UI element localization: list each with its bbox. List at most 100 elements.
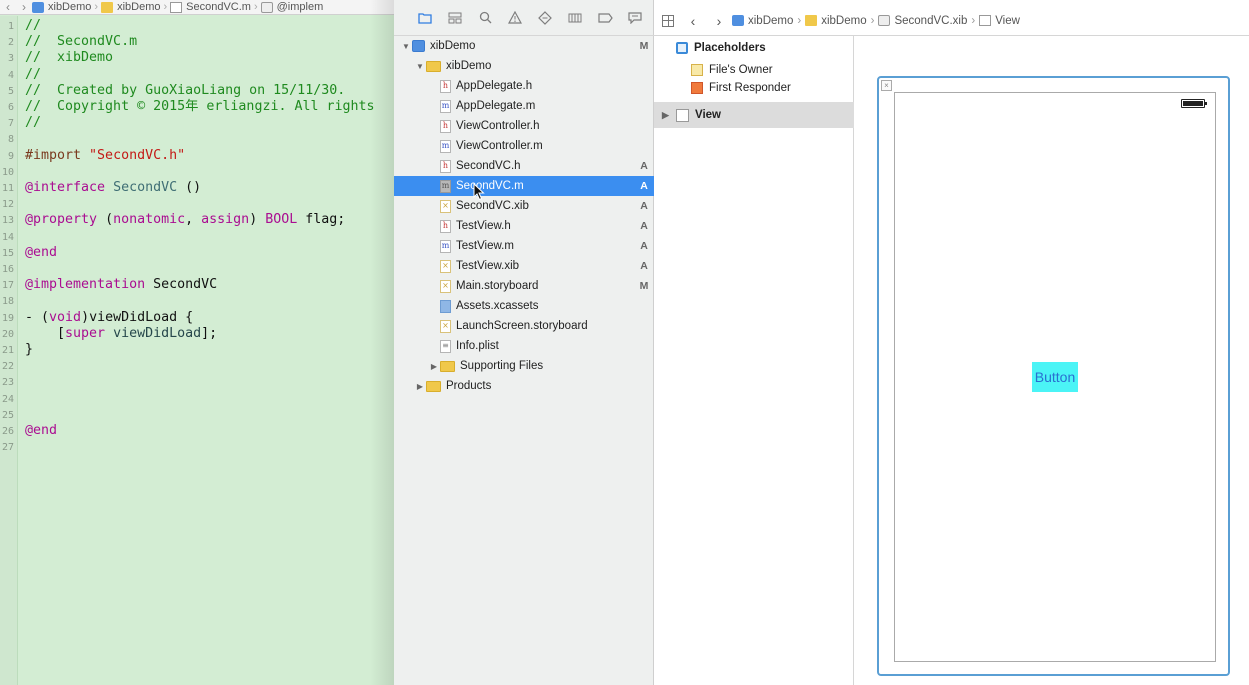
navigator-item[interactable]: m SecondVC.m A <box>394 176 654 196</box>
code-line[interactable]: // Created by GuoXiaoLiang on 15/11/30. <box>25 83 345 99</box>
code-line[interactable]: @property (nonatomic, assign) BOOL flag; <box>25 212 345 228</box>
code-line[interactable]: @end <box>25 245 57 261</box>
disclosure-triangle-icon[interactable]: ▶ <box>428 362 440 371</box>
code-line[interactable]: @end <box>25 423 57 439</box>
code-line[interactable]: // <box>25 115 41 131</box>
navigator-item[interactable]: × TestView.xib A <box>394 256 654 276</box>
placeholder-cube-icon <box>676 42 688 54</box>
back-arrow-icon[interactable]: ‹ <box>0 0 16 14</box>
navigator-item[interactable]: × LaunchScreen.storyboard <box>394 316 654 336</box>
navigator-item[interactable]: m ViewController.m <box>394 136 654 156</box>
line-number: 8 <box>7 134 14 146</box>
code-line[interactable]: // <box>25 67 41 83</box>
code-token: ]; <box>201 325 218 341</box>
code-line[interactable]: @interface SecondVC () <box>25 180 201 196</box>
navigator-item[interactable]: h TestView.h A <box>394 216 654 236</box>
battery-icon <box>1181 99 1207 108</box>
view-frame[interactable]: Button <box>894 92 1216 662</box>
hierarchy-icon[interactable] <box>440 8 470 28</box>
file-icon <box>170 1 183 13</box>
source-code[interactable]: //// SecondVC.m// xibDemo//// Created by… <box>25 16 394 685</box>
ib-jump-file[interactable]: SecondVC.xib <box>878 15 967 27</box>
folder-icon <box>426 60 441 72</box>
jump-bar-label: @implem <box>276 1 324 13</box>
line-number: 12 <box>1 199 14 211</box>
navigator-item[interactable]: × Main.storyboard M <box>394 276 654 296</box>
navigator-toolbar <box>394 0 654 36</box>
disclosure-triangle-icon[interactable]: ▼ <box>400 42 412 51</box>
jump-bar-label: xibDemo <box>821 14 867 27</box>
navigator-item[interactable]: ▶ Supporting Files <box>394 356 654 376</box>
code-line[interactable]: #import "SecondVC.h" <box>25 148 185 164</box>
navigator-item[interactable]: ▶ Products <box>394 376 654 396</box>
view-scene[interactable]: × Button <box>877 76 1230 676</box>
code-line[interactable]: // <box>25 18 41 34</box>
code-token: // xibDemo <box>25 50 114 66</box>
navigator-item[interactable]: Assets.xcassets <box>394 296 654 316</box>
disclosure-triangle-icon[interactable]: ▼ <box>414 62 426 71</box>
navigator-item[interactable]: m AppDelegate.m <box>394 96 654 116</box>
forward-arrow-icon[interactable]: › <box>16 0 32 14</box>
navigator-item[interactable]: h AppDelegate.h <box>394 76 654 96</box>
mouse-cursor-icon <box>473 183 485 201</box>
jump-bar-group[interactable]: xibDemo <box>101 1 160 13</box>
navigator-item[interactable]: × SecondVC.xib A <box>394 196 654 216</box>
folder-icon <box>805 15 818 26</box>
back-arrow-icon[interactable]: ‹ <box>680 13 706 29</box>
jump-bar-file[interactable]: SecondVC.m <box>170 1 251 13</box>
code-token: )viewDidLoad { <box>81 309 194 325</box>
folder-icon[interactable] <box>410 8 440 28</box>
line-number: 25 <box>1 409 14 421</box>
report-icon[interactable] <box>620 8 650 28</box>
scm-status-badge: A <box>640 220 648 232</box>
jump-bar-symbol[interactable]: @implem <box>260 1 324 13</box>
code-line[interactable]: // Copyright © 2015年 erliangzi. All righ… <box>25 99 375 115</box>
outline-first-responder[interactable]: First Responder <box>654 79 854 97</box>
jump-bar-project[interactable]: xibDemo <box>32 1 91 13</box>
breakpoint-icon[interactable] <box>590 8 620 28</box>
code-line[interactable]: // SecondVC.m <box>25 34 137 50</box>
navigator-item[interactable]: h SecondVC.h A <box>394 156 654 176</box>
navigator-item[interactable]: m TestView.m A <box>394 236 654 256</box>
code-editor[interactable]: ‹ › xibDemo › xibDemo › SecondVC.m › @im… <box>0 0 394 685</box>
code-line[interactable]: [super viewDidLoad]; <box>25 326 217 342</box>
disclosure-triangle-icon[interactable]: ▶ <box>662 110 676 121</box>
navigator-item[interactable]: ▼ xibDemo M <box>394 36 654 56</box>
ib-canvas[interactable]: × Button <box>855 36 1249 685</box>
ib-jump-group[interactable]: xibDemo <box>805 14 867 27</box>
navigator-item-label: TestView.xib <box>456 260 520 272</box>
ib-jump-view[interactable]: View <box>979 15 1020 27</box>
navigator-item[interactable]: ▼ xibDemo <box>394 56 654 76</box>
line-number: 17 <box>1 280 14 292</box>
code-token: } <box>25 342 34 357</box>
line-number: 27 <box>1 442 14 454</box>
code-token: "SecondVC.h" <box>89 147 186 163</box>
outline-files-owner[interactable]: File's Owner <box>654 61 854 79</box>
warning-icon[interactable] <box>500 8 530 28</box>
navigator-item[interactable]: h ViewController.h <box>394 116 654 136</box>
disclosure-triangle-icon[interactable]: ▶ <box>414 382 426 391</box>
editor-jump-bar: ‹ › xibDemo › xibDemo › SecondVC.m › @im… <box>0 0 394 15</box>
battery-level <box>1183 101 1203 106</box>
header-file-icon: h <box>440 159 451 173</box>
grid-icon[interactable] <box>662 14 674 27</box>
code-line[interactable]: - (void)viewDidLoad { <box>25 310 193 326</box>
close-icon[interactable]: × <box>881 80 892 91</box>
outline-view[interactable]: ▶ View <box>654 102 854 128</box>
code-line[interactable]: // xibDemo <box>25 50 113 66</box>
test-icon[interactable] <box>530 8 560 28</box>
code-token: () <box>177 180 202 195</box>
forward-arrow-icon[interactable]: › <box>706 13 732 29</box>
navigator-item[interactable]: ≡ Info.plist <box>394 336 654 356</box>
search-icon[interactable] <box>470 8 500 28</box>
chevron-right-icon: › <box>971 14 976 27</box>
chevron-right-icon: › <box>797 14 802 27</box>
ib-jump-project[interactable]: xibDemo <box>732 15 793 27</box>
debug-icon[interactable] <box>560 8 590 28</box>
scm-status-badge: A <box>640 180 648 192</box>
code-line[interactable]: } <box>25 342 33 358</box>
ui-button[interactable]: Button <box>1032 362 1078 392</box>
outline-placeholders-header[interactable]: Placeholders <box>654 39 854 57</box>
code-token: @interface <box>25 180 114 195</box>
code-line[interactable]: @implementation SecondVC <box>25 277 217 293</box>
